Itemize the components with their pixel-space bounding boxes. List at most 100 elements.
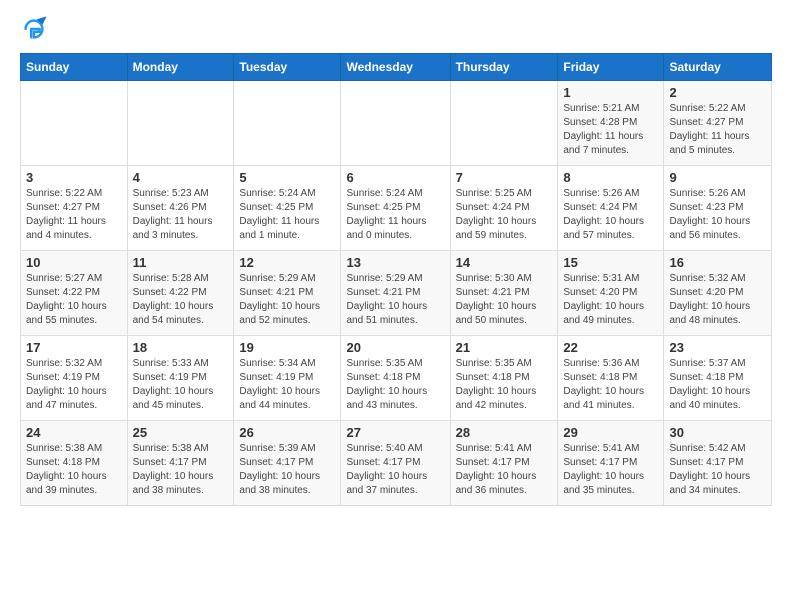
day-info: Sunrise: 5:36 AMSunset: 4:18 PMDaylight:… bbox=[563, 357, 658, 413]
week-row-3: 17 Sunrise: 5:32 AMSunset: 4:19 PMDayligh… bbox=[21, 336, 772, 421]
calendar-cell: 14 Sunrise: 5:30 AMSunset: 4:21 PMDayligh… bbox=[450, 251, 558, 336]
day-info: Sunrise: 5:26 AMSunset: 4:24 PMDaylight:… bbox=[563, 187, 658, 243]
day-number: 14 bbox=[456, 255, 553, 270]
day-number: 25 bbox=[133, 425, 229, 440]
day-header-tuesday: Tuesday bbox=[234, 54, 341, 81]
day-info: Sunrise: 5:33 AMSunset: 4:19 PMDaylight:… bbox=[133, 357, 229, 413]
calendar-cell: 2 Sunrise: 5:22 AMSunset: 4:27 PMDaylight… bbox=[664, 81, 772, 166]
day-info: Sunrise: 5:23 AMSunset: 4:26 PMDaylight:… bbox=[133, 187, 229, 243]
day-number: 2 bbox=[669, 85, 766, 100]
header bbox=[20, 15, 772, 43]
day-info: Sunrise: 5:22 AMSunset: 4:27 PMDaylight:… bbox=[26, 187, 122, 243]
calendar-cell bbox=[450, 81, 558, 166]
day-number: 8 bbox=[563, 170, 658, 185]
day-info: Sunrise: 5:37 AMSunset: 4:18 PMDaylight:… bbox=[669, 357, 766, 413]
day-number: 15 bbox=[563, 255, 658, 270]
calendar-cell: 5 Sunrise: 5:24 AMSunset: 4:25 PMDaylight… bbox=[234, 166, 341, 251]
calendar-cell: 10Sunrise: 5:27 AMSunset: 4:22 PMDayligh… bbox=[21, 251, 128, 336]
calendar-cell: 30 Sunrise: 5:42 AMSunset: 4:17 PMDayligh… bbox=[664, 421, 772, 506]
day-header-thursday: Thursday bbox=[450, 54, 558, 81]
calendar-cell: 22 Sunrise: 5:36 AMSunset: 4:18 PMDayligh… bbox=[558, 336, 664, 421]
logo-icon bbox=[20, 15, 48, 43]
calendar-cell: 29 Sunrise: 5:41 AMSunset: 4:17 PMDayligh… bbox=[558, 421, 664, 506]
day-number: 13 bbox=[346, 255, 444, 270]
day-number: 22 bbox=[563, 340, 658, 355]
day-info: Sunrise: 5:34 AMSunset: 4:19 PMDaylight:… bbox=[239, 357, 335, 413]
week-row-0: 1Sunrise: 5:21 AMSunset: 4:28 PMDaylight… bbox=[21, 81, 772, 166]
calendar-header-row: SundayMondayTuesdayWednesdayThursdayFrid… bbox=[21, 54, 772, 81]
calendar-cell: 27Sunrise: 5:40 AMSunset: 4:17 PMDayligh… bbox=[341, 421, 450, 506]
calendar-cell: 6 Sunrise: 5:24 AMSunset: 4:25 PMDaylight… bbox=[341, 166, 450, 251]
day-number: 11 bbox=[133, 255, 229, 270]
day-header-friday: Friday bbox=[558, 54, 664, 81]
calendar-cell: 28 Sunrise: 5:41 AMSunset: 4:17 PMDayligh… bbox=[450, 421, 558, 506]
day-number: 18 bbox=[133, 340, 229, 355]
day-number: 4 bbox=[133, 170, 229, 185]
day-info: Sunrise: 5:29 AMSunset: 4:21 PMDaylight:… bbox=[239, 272, 335, 328]
day-number: 16 bbox=[669, 255, 766, 270]
week-row-1: 3 Sunrise: 5:22 AMSunset: 4:27 PMDaylight… bbox=[21, 166, 772, 251]
day-info: Sunrise: 5:27 AMSunset: 4:22 PMDaylight:… bbox=[26, 272, 122, 328]
calendar-cell: 21 Sunrise: 5:35 AMSunset: 4:18 PMDayligh… bbox=[450, 336, 558, 421]
day-number: 26 bbox=[239, 425, 335, 440]
day-info: Sunrise: 5:35 AMSunset: 4:18 PMDaylight:… bbox=[456, 357, 553, 413]
day-info: Sunrise: 5:32 AMSunset: 4:20 PMDaylight:… bbox=[669, 272, 766, 328]
day-number: 30 bbox=[669, 425, 766, 440]
day-number: 3 bbox=[26, 170, 122, 185]
calendar-cell: 16 Sunrise: 5:32 AMSunset: 4:20 PMDayligh… bbox=[664, 251, 772, 336]
day-info: Sunrise: 5:39 AMSunset: 4:17 PMDaylight:… bbox=[239, 442, 335, 498]
calendar-cell: 15Sunrise: 5:31 AMSunset: 4:20 PMDayligh… bbox=[558, 251, 664, 336]
calendar-cell: 4 Sunrise: 5:23 AMSunset: 4:26 PMDaylight… bbox=[127, 166, 234, 251]
day-info: Sunrise: 5:41 AMSunset: 4:17 PMDaylight:… bbox=[563, 442, 658, 498]
day-number: 27 bbox=[346, 425, 444, 440]
calendar-cell: 18 Sunrise: 5:33 AMSunset: 4:19 PMDayligh… bbox=[127, 336, 234, 421]
day-info: Sunrise: 5:24 AMSunset: 4:25 PMDaylight:… bbox=[239, 187, 335, 243]
calendar-cell: 12 Sunrise: 5:29 AMSunset: 4:21 PMDayligh… bbox=[234, 251, 341, 336]
day-number: 28 bbox=[456, 425, 553, 440]
day-number: 12 bbox=[239, 255, 335, 270]
day-number: 7 bbox=[456, 170, 553, 185]
day-number: 17 bbox=[26, 340, 122, 355]
day-info: Sunrise: 5:24 AMSunset: 4:25 PMDaylight:… bbox=[346, 187, 444, 243]
day-number: 24 bbox=[26, 425, 122, 440]
day-info: Sunrise: 5:25 AMSunset: 4:24 PMDaylight:… bbox=[456, 187, 553, 243]
calendar-cell: 11 Sunrise: 5:28 AMSunset: 4:22 PMDayligh… bbox=[127, 251, 234, 336]
day-info: Sunrise: 5:35 AMSunset: 4:18 PMDaylight:… bbox=[346, 357, 444, 413]
calendar-cell bbox=[341, 81, 450, 166]
day-info: Sunrise: 5:32 AMSunset: 4:19 PMDaylight:… bbox=[26, 357, 122, 413]
day-info: Sunrise: 5:38 AMSunset: 4:17 PMDaylight:… bbox=[133, 442, 229, 498]
calendar-cell bbox=[21, 81, 128, 166]
day-info: Sunrise: 5:42 AMSunset: 4:17 PMDaylight:… bbox=[669, 442, 766, 498]
day-header-sunday: Sunday bbox=[21, 54, 128, 81]
calendar-cell: 7 Sunrise: 5:25 AMSunset: 4:24 PMDaylight… bbox=[450, 166, 558, 251]
day-number: 29 bbox=[563, 425, 658, 440]
day-number: 6 bbox=[346, 170, 444, 185]
day-number: 23 bbox=[669, 340, 766, 355]
day-info: Sunrise: 5:28 AMSunset: 4:22 PMDaylight:… bbox=[133, 272, 229, 328]
day-info: Sunrise: 5:41 AMSunset: 4:17 PMDaylight:… bbox=[456, 442, 553, 498]
day-info: Sunrise: 5:22 AMSunset: 4:27 PMDaylight:… bbox=[669, 102, 766, 158]
calendar-cell: 24 Sunrise: 5:38 AMSunset: 4:18 PMDayligh… bbox=[21, 421, 128, 506]
day-info: Sunrise: 5:21 AMSunset: 4:28 PMDaylight:… bbox=[563, 102, 658, 158]
week-row-4: 24 Sunrise: 5:38 AMSunset: 4:18 PMDayligh… bbox=[21, 421, 772, 506]
calendar-cell: 3 Sunrise: 5:22 AMSunset: 4:27 PMDaylight… bbox=[21, 166, 128, 251]
day-number: 20 bbox=[346, 340, 444, 355]
calendar-cell: 19 Sunrise: 5:34 AMSunset: 4:19 PMDayligh… bbox=[234, 336, 341, 421]
calendar-cell bbox=[127, 81, 234, 166]
calendar-cell: 20 Sunrise: 5:35 AMSunset: 4:18 PMDayligh… bbox=[341, 336, 450, 421]
day-number: 21 bbox=[456, 340, 553, 355]
day-number: 19 bbox=[239, 340, 335, 355]
calendar-cell: 9Sunrise: 5:26 AMSunset: 4:23 PMDaylight… bbox=[664, 166, 772, 251]
calendar-cell: 13Sunrise: 5:29 AMSunset: 4:21 PMDayligh… bbox=[341, 251, 450, 336]
day-number: 5 bbox=[239, 170, 335, 185]
calendar-cell: 1Sunrise: 5:21 AMSunset: 4:28 PMDaylight… bbox=[558, 81, 664, 166]
page: SundayMondayTuesdayWednesdayThursdayFrid… bbox=[0, 0, 792, 612]
day-info: Sunrise: 5:38 AMSunset: 4:18 PMDaylight:… bbox=[26, 442, 122, 498]
calendar-cell: 8 Sunrise: 5:26 AMSunset: 4:24 PMDaylight… bbox=[558, 166, 664, 251]
calendar-cell: 26 Sunrise: 5:39 AMSunset: 4:17 PMDayligh… bbox=[234, 421, 341, 506]
logo bbox=[20, 15, 52, 43]
day-header-saturday: Saturday bbox=[664, 54, 772, 81]
day-info: Sunrise: 5:30 AMSunset: 4:21 PMDaylight:… bbox=[456, 272, 553, 328]
calendar: SundayMondayTuesdayWednesdayThursdayFrid… bbox=[20, 53, 772, 506]
day-number: 9 bbox=[669, 170, 766, 185]
